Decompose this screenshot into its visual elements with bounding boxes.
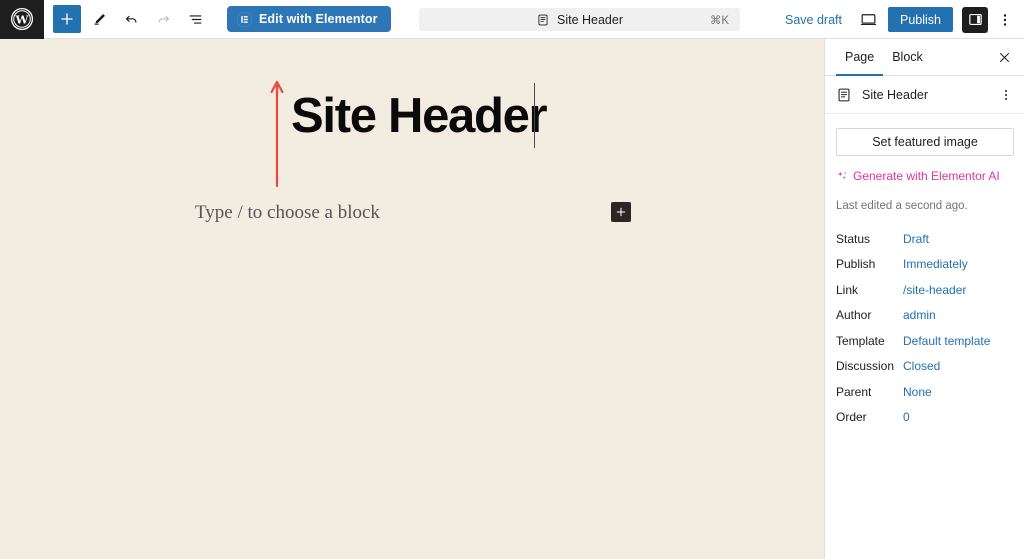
meta-row-order: Order 0 [825, 405, 1024, 431]
edit-with-elementor-button[interactable]: Edit with Elementor [227, 6, 391, 32]
text-cursor [534, 83, 535, 148]
wordpress-logo-icon[interactable]: W [0, 0, 44, 39]
meta-row-publish: Publish Immediately [825, 252, 1024, 278]
desktop-preview-icon [860, 14, 876, 26]
meta-label: Template [836, 333, 885, 348]
sparkles-icon [838, 171, 846, 180]
post-title[interactable]: Site Header [291, 92, 548, 141]
meta-label: Discussion [836, 359, 895, 374]
template-value-button[interactable]: Default template [903, 334, 990, 348]
meta-row-status: Status Draft [825, 226, 1024, 252]
sidebar-tabs: Page Block [825, 39, 1024, 76]
redo-button[interactable] [149, 5, 177, 33]
publish-value-button[interactable]: Immediately [903, 257, 968, 271]
settings-sidebar-toggle-button[interactable] [962, 6, 988, 33]
close-icon [999, 52, 1009, 62]
settings-sidebar: Page Block Site Header Set featured imag… [824, 39, 1024, 559]
vertical-ellipsis-icon [1005, 89, 1007, 100]
inline-block-inserter-button[interactable] [611, 202, 631, 222]
parent-value-button[interactable]: None [903, 385, 932, 399]
editor-top-bar: W Edit with Elementor Site Header ⌘K Sav… [0, 0, 1024, 39]
link-value-button[interactable]: /site-header [903, 283, 966, 297]
editor-options-button[interactable] [992, 5, 1018, 35]
top-bar-right-tools: Save draft Publish [777, 0, 1018, 39]
order-value-button[interactable]: 0 [903, 410, 910, 424]
empty-block-placeholder[interactable]: Type / to choose a block [195, 202, 380, 224]
page-document-icon [838, 88, 850, 101]
plus-icon [61, 13, 73, 25]
status-value-button[interactable]: Draft [903, 232, 929, 246]
meta-row-link: Link /site-header [825, 277, 1024, 303]
svg-text:W: W [15, 13, 30, 27]
generate-with-elementor-ai-button[interactable]: Generate with Elementor AI [836, 169, 1000, 183]
tab-block[interactable]: Block [883, 40, 932, 75]
publish-button[interactable]: Publish [888, 7, 953, 32]
meta-label: Parent [836, 384, 872, 399]
command-center-search[interactable]: Site Header ⌘K [419, 8, 740, 31]
author-value-button[interactable]: admin [903, 308, 936, 322]
close-sidebar-button[interactable] [993, 46, 1015, 68]
meta-label: Author [836, 308, 872, 323]
discussion-value-button[interactable]: Closed [903, 359, 940, 373]
preview-button[interactable] [852, 5, 884, 35]
edit-with-elementor-label: Edit with Elementor [259, 12, 378, 26]
tab-page[interactable]: Page [836, 40, 884, 76]
meta-row-parent: Parent None [825, 379, 1024, 405]
meta-label: Link [836, 282, 859, 297]
wordpress-block-editor: W Edit with Elementor Site Header ⌘K Sav… [0, 0, 1024, 559]
generate-with-elementor-ai-label: Generate with Elementor AI [853, 169, 1000, 183]
save-draft-button[interactable]: Save draft [777, 9, 850, 31]
pencil-icon [93, 13, 105, 25]
command-center-shortcut: ⌘K [709, 14, 729, 27]
document-title: Site Header [862, 87, 929, 102]
meta-row-discussion: Discussion Closed [825, 354, 1024, 380]
meta-row-author: Author admin [825, 303, 1024, 329]
set-featured-image-button[interactable]: Set featured image [836, 128, 1014, 156]
vertical-ellipsis-icon [1003, 13, 1007, 26]
document-summary-row[interactable]: Site Header [825, 76, 1024, 114]
meta-label: Publish [836, 257, 876, 272]
last-edited-text: Last edited a second ago. [836, 200, 968, 212]
undo-button[interactable] [117, 5, 145, 33]
page-document-icon [538, 14, 548, 25]
plus-icon [616, 207, 626, 217]
meta-label: Status [836, 231, 871, 246]
page-meta-list: Status Draft Publish Immediately Link /s… [825, 226, 1024, 430]
top-bar-left-tools: Edit with Elementor [44, 5, 391, 33]
block-inserter-button[interactable] [53, 5, 81, 33]
document-overview-button[interactable] [181, 5, 209, 33]
settings-sidebar-icon [968, 13, 982, 26]
editor-canvas[interactable]: Site Header Type / to choose a block [0, 39, 824, 559]
tools-pencil-button[interactable] [85, 5, 113, 33]
redo-arrow-icon [158, 15, 169, 23]
list-view-icon [189, 14, 201, 24]
meta-label: Order [836, 410, 867, 425]
document-actions-button[interactable] [996, 83, 1016, 107]
elementor-logo-icon [237, 11, 252, 27]
meta-row-template: Template Default template [825, 328, 1024, 354]
undo-arrow-icon [125, 15, 136, 23]
annotation-arrow-icon [270, 80, 284, 188]
command-center-title: Site Header [556, 12, 623, 27]
